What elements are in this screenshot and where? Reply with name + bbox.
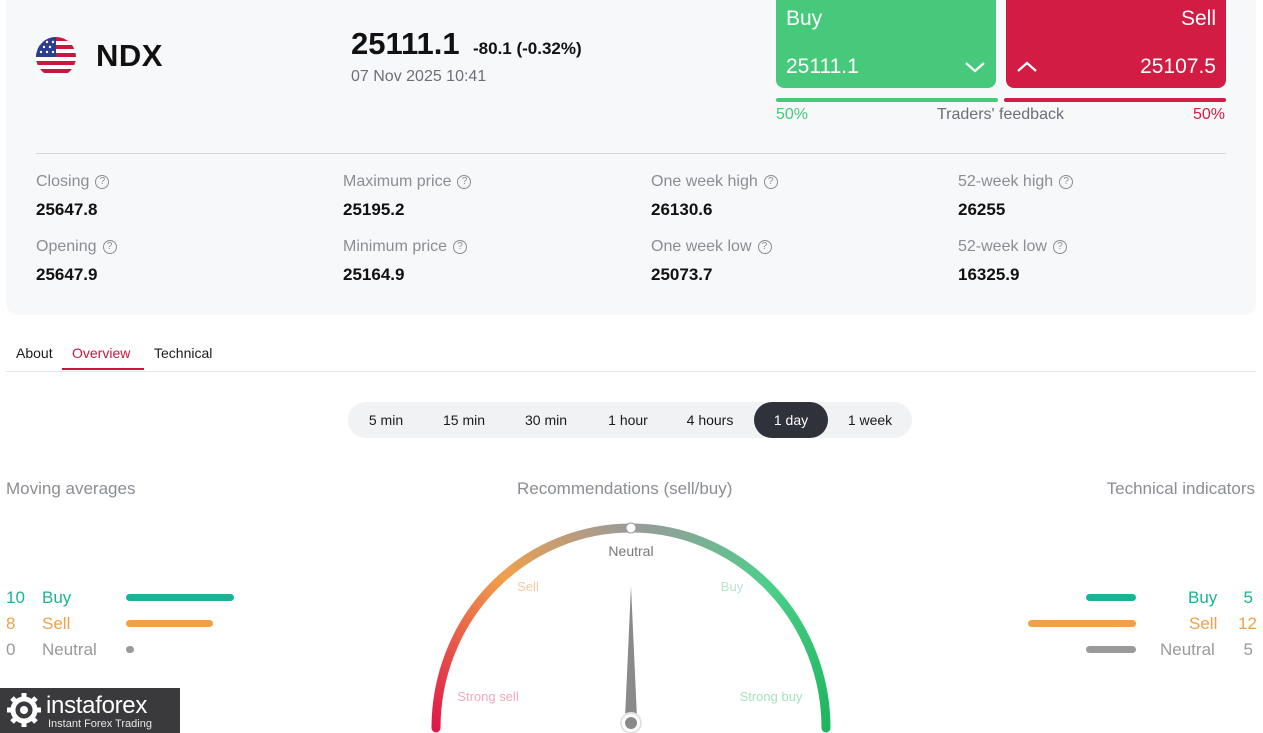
stat-opening: Opening? 25647.9 bbox=[36, 238, 117, 285]
buy-price: 25111.1 bbox=[786, 55, 859, 78]
gauge-neutral-marker bbox=[625, 522, 637, 534]
technical-indicators-title: Technical indicators bbox=[1106, 479, 1255, 498]
ti-buy-count: 5 bbox=[1243, 588, 1253, 607]
stat-closing-value: 25647.8 bbox=[36, 200, 98, 219]
ti-buy-label: Buy bbox=[1188, 588, 1218, 607]
help-icon[interactable]: ? bbox=[95, 175, 110, 189]
stat-year-high: 52-week high? 26255 bbox=[958, 173, 1074, 220]
ma-sell-count: 8 bbox=[6, 614, 16, 633]
instrument-symbol: NDX bbox=[96, 38, 163, 73]
moving-averages-title: Moving averages bbox=[6, 479, 136, 498]
sell-button[interactable]: Sell 25107.5 bbox=[1006, 0, 1226, 88]
help-icon[interactable]: ? bbox=[1052, 240, 1067, 254]
sell-button-label: Sell bbox=[1180, 7, 1216, 30]
stat-week-low: One week low? 25073.7 bbox=[651, 238, 772, 285]
stat-week-high-label: One week high bbox=[651, 173, 758, 190]
stat-week-low-label: One week low bbox=[651, 238, 752, 255]
logo-brand: instaforex bbox=[46, 692, 148, 719]
gauge-label-strong-sell: Strong sell bbox=[457, 689, 519, 704]
current-price: 25111.1 bbox=[351, 26, 460, 61]
instaforex-logo: instaforex Instant Forex Trading bbox=[0, 688, 180, 733]
stat-min-price-value: 25164.9 bbox=[343, 265, 405, 284]
ma-neutral-bar bbox=[126, 646, 134, 653]
sell-price: 25107.5 bbox=[1140, 55, 1216, 78]
tab-overview[interactable]: Overview bbox=[72, 345, 130, 361]
recommendation-gauge: Neutral Sell Buy Strong sell Strong buy bbox=[431, 522, 831, 733]
feedback-sell-percent: 50% bbox=[1192, 106, 1225, 123]
ti-sell-count: 12 bbox=[1238, 614, 1257, 633]
stat-max-price-value: 25195.2 bbox=[343, 200, 405, 219]
help-icon[interactable]: ? bbox=[457, 175, 472, 189]
stat-opening-label: Opening bbox=[36, 238, 97, 255]
ma-neutral-count: 0 bbox=[6, 640, 16, 659]
period-selector: 5 min 15 min 30 min 1 hour 4 hours 1 day… bbox=[348, 402, 912, 438]
ti-buy-bar bbox=[1086, 594, 1136, 601]
ma-buy-bar bbox=[126, 594, 234, 601]
gauge-label-strong-buy: Strong buy bbox=[740, 689, 803, 704]
gauge-label-neutral: Neutral bbox=[608, 543, 653, 559]
tab-bar: About Overview Technical bbox=[6, 335, 1256, 372]
stat-year-high-value: 26255 bbox=[958, 200, 1006, 219]
stat-year-low: 52-week low? 16325.9 bbox=[958, 238, 1067, 285]
help-icon[interactable]: ? bbox=[763, 175, 778, 189]
gauge-needle-pivot bbox=[625, 717, 637, 729]
chevron-down-icon bbox=[965, 62, 985, 73]
help-icon[interactable]: ? bbox=[757, 240, 772, 254]
stat-min-price: Minimum price? 25164.9 bbox=[343, 238, 468, 285]
gauge-label-buy: Buy bbox=[721, 579, 744, 594]
stat-week-high-value: 26130.6 bbox=[651, 200, 713, 219]
feedback-label: Traders' feedback bbox=[937, 106, 1064, 123]
ma-buy-count: 10 bbox=[6, 588, 25, 607]
help-icon[interactable]: ? bbox=[453, 240, 468, 254]
stat-opening-value: 25647.9 bbox=[36, 265, 98, 284]
ma-neutral-label: Neutral bbox=[42, 640, 97, 659]
stat-closing-label: Closing bbox=[36, 173, 90, 190]
feedback-sell-bar bbox=[1004, 98, 1226, 102]
stat-year-high-label: 52-week high bbox=[958, 173, 1054, 190]
tab-about[interactable]: About bbox=[16, 345, 53, 361]
gear-logo-icon bbox=[7, 693, 41, 727]
buy-button[interactable]: Buy 25111.1 bbox=[776, 0, 996, 88]
period-1day[interactable]: 1 day bbox=[754, 402, 828, 438]
buy-button-label: Buy bbox=[786, 7, 823, 30]
tab-technical[interactable]: Technical bbox=[154, 345, 212, 361]
period-1hour[interactable]: 1 hour bbox=[592, 402, 664, 438]
ma-sell-label: Sell bbox=[42, 614, 71, 633]
quote-datetime: 07 Nov 2025 10:41 bbox=[351, 68, 487, 85]
gauge-label-sell: Sell bbox=[517, 579, 539, 594]
ma-sell-bar bbox=[126, 620, 213, 627]
period-30min[interactable]: 30 min bbox=[510, 402, 582, 438]
feedback-buy-bar bbox=[776, 98, 998, 102]
active-tab-indicator bbox=[62, 368, 144, 370]
gauge-needle bbox=[625, 586, 637, 718]
period-4hours[interactable]: 4 hours bbox=[674, 402, 746, 438]
ti-sell-bar bbox=[1028, 620, 1136, 627]
help-icon[interactable]: ? bbox=[102, 240, 117, 254]
price-change: -80.1 (-0.32%) bbox=[473, 39, 582, 58]
period-15min[interactable]: 15 min bbox=[428, 402, 500, 438]
stat-week-low-value: 25073.7 bbox=[651, 265, 713, 284]
divider bbox=[36, 153, 1226, 154]
stat-year-low-label: 52-week low bbox=[958, 238, 1047, 255]
period-5min[interactable]: 5 min bbox=[354, 402, 418, 438]
ti-neutral-count: 5 bbox=[1243, 640, 1253, 659]
help-icon[interactable]: ? bbox=[1059, 175, 1074, 189]
feedback-buy-percent: 50% bbox=[776, 106, 809, 123]
stat-max-price-label: Maximum price bbox=[343, 173, 452, 190]
logo-tagline: Instant Forex Trading bbox=[48, 718, 152, 730]
stat-min-price-label: Minimum price bbox=[343, 238, 448, 255]
stat-closing: Closing? 25647.8 bbox=[36, 173, 110, 220]
stat-week-high: One week high? 26130.6 bbox=[651, 173, 778, 220]
ma-buy-label: Buy bbox=[42, 588, 72, 607]
ti-sell-label: Sell bbox=[1189, 614, 1218, 633]
ti-neutral-bar bbox=[1086, 646, 1136, 653]
recommendations-title: Recommendations (sell/buy) bbox=[517, 479, 733, 498]
period-1week[interactable]: 1 week bbox=[836, 402, 904, 438]
us-flag-icon bbox=[36, 37, 76, 77]
chevron-up-icon bbox=[1017, 61, 1037, 72]
stat-year-low-value: 16325.9 bbox=[958, 265, 1020, 284]
stat-max-price: Maximum price? 25195.2 bbox=[343, 173, 472, 220]
ti-neutral-label: Neutral bbox=[1160, 640, 1215, 659]
